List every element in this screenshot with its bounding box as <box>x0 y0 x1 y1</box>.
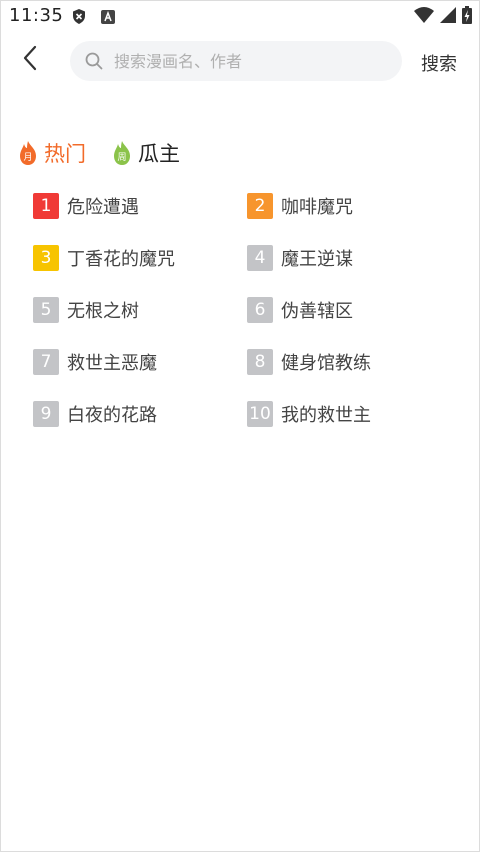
shield-x-icon <box>72 9 85 24</box>
ranking-item[interactable]: 1 危险遭遇 <box>33 193 139 219</box>
rank-badge: 2 <box>247 193 273 219</box>
tab-gua[interactable]: 周 瓜主 <box>112 138 180 168</box>
ranking-item[interactable]: 9 白夜的花路 <box>33 401 157 427</box>
status-icons <box>414 6 472 28</box>
ranking-item[interactable]: 2 咖啡魔咒 <box>247 193 353 219</box>
ranking-item[interactable]: 10 我的救世主 <box>247 401 371 427</box>
status-time: 11:35 <box>9 5 64 26</box>
search-icon <box>84 51 104 71</box>
comic-title: 危险遭遇 <box>67 197 139 218</box>
rank-badge: 7 <box>33 349 59 375</box>
wifi-icon <box>414 7 434 27</box>
battery-charging-icon <box>462 6 472 28</box>
ranking-item[interactable]: 5 无根之树 <box>33 297 139 323</box>
rank-badge: 10 <box>247 401 273 427</box>
rank-badge: 9 <box>33 401 59 427</box>
comic-title: 伪善辖区 <box>281 301 353 322</box>
comic-title: 无根之树 <box>67 301 139 322</box>
chevron-left-icon <box>22 45 38 75</box>
comic-title: 魔王逆谋 <box>281 249 353 270</box>
comic-title: 咖啡魔咒 <box>281 197 353 218</box>
search-input[interactable] <box>112 50 396 72</box>
tab-gua-label: 瓜主 <box>138 142 180 166</box>
fire-month-icon: 月 <box>18 140 38 166</box>
rank-badge: 6 <box>247 297 273 323</box>
ranking-item[interactable]: 7 救世主恶魔 <box>33 349 157 375</box>
rank-badge: 5 <box>33 297 59 323</box>
rank-badge: 8 <box>247 349 273 375</box>
app-a-icon <box>101 9 115 24</box>
ranking-item[interactable]: 4 魔王逆谋 <box>247 245 353 271</box>
comic-title: 丁香花的魔咒 <box>67 249 175 270</box>
search-bar[interactable] <box>70 41 402 81</box>
tab-hot[interactable]: 月 热门 <box>18 138 86 168</box>
search-button[interactable]: 搜索 <box>421 50 457 76</box>
svg-text:月: 月 <box>23 152 32 163</box>
comic-title: 白夜的花路 <box>67 405 157 426</box>
ranking-item[interactable]: 8 健身馆教练 <box>247 349 371 375</box>
back-button[interactable] <box>14 44 46 76</box>
melon-week-icon: 周 <box>112 140 132 166</box>
rank-badge: 4 <box>247 245 273 271</box>
ranking-item[interactable]: 3 丁香花的魔咒 <box>33 245 175 271</box>
tab-hot-label: 热门 <box>44 142 86 166</box>
svg-text:周: 周 <box>117 152 126 163</box>
signal-icon <box>440 7 456 27</box>
ranking-item[interactable]: 6 伪善辖区 <box>247 297 353 323</box>
rank-badge: 1 <box>33 193 59 219</box>
comic-title: 救世主恶魔 <box>67 353 157 374</box>
rank-badge: 3 <box>33 245 59 271</box>
status-bar: 11:35 <box>0 0 480 32</box>
ranking-tabs: 月 热门 周 瓜主 <box>18 138 180 168</box>
comic-title: 健身馆教练 <box>281 353 371 374</box>
comic-title: 我的救世主 <box>281 405 371 426</box>
